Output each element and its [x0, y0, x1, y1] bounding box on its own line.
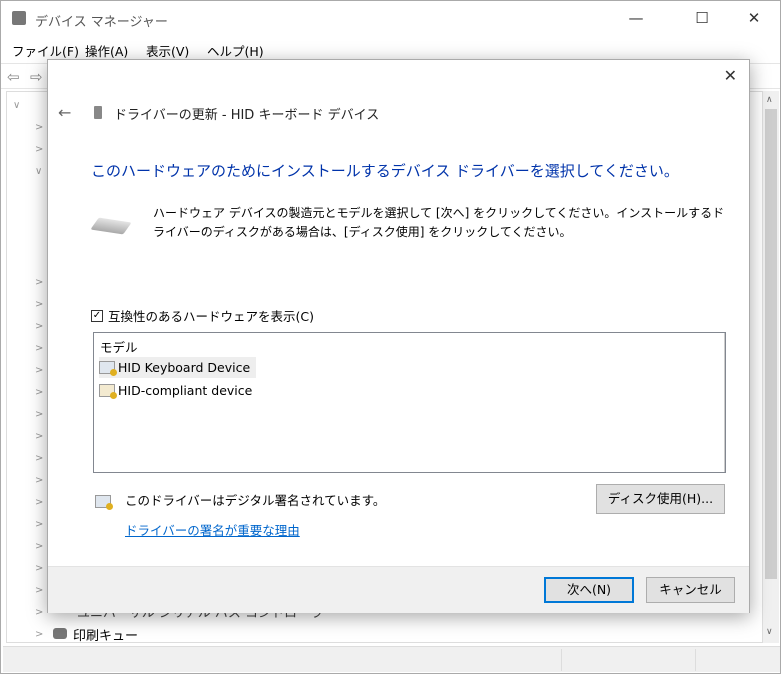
- chevron-down-icon[interactable]: ∨: [13, 100, 20, 111]
- chevron-right-icon[interactable]: >: [35, 475, 43, 486]
- tree-item-print-queue[interactable]: 印刷キュー: [73, 625, 138, 644]
- device-manager-icon: [12, 11, 26, 25]
- signed-status-text: このドライバーはデジタル署名されています。: [125, 493, 386, 508]
- chevron-right-icon[interactable]: >: [35, 299, 43, 310]
- driver-signing-link[interactable]: ドライバーの署名が重要な理由: [125, 520, 300, 539]
- menu-help[interactable]: ヘルプ(H): [207, 41, 264, 60]
- maximize-button[interactable]: ☐: [679, 9, 725, 27]
- minimize-button[interactable]: —: [613, 9, 659, 27]
- chevron-right-icon[interactable]: >: [35, 541, 43, 552]
- chevron-right-icon[interactable]: >: [35, 343, 43, 354]
- window-title: デバイス マネージャー: [35, 15, 168, 30]
- cancel-button[interactable]: キャンセル: [646, 577, 735, 603]
- menu-action[interactable]: 操作(A): [85, 41, 128, 60]
- dialog-footer: 次へ(N) キャンセル: [48, 566, 749, 613]
- back-arrow-icon[interactable]: ←: [58, 103, 71, 122]
- have-disk-button[interactable]: ディスク使用(H)...: [596, 484, 725, 514]
- compatible-hardware-checkbox[interactable]: ✓ 互換性のあるハードウェアを表示(C): [91, 306, 314, 325]
- scroll-up-icon[interactable]: ∧: [766, 95, 773, 105]
- chevron-right-icon[interactable]: >: [35, 519, 43, 530]
- chevron-right-icon[interactable]: >: [35, 122, 43, 133]
- update-driver-dialog: ✕ ← ドライバーの更新 - HID キーボード デバイス このハードウェアのた…: [47, 59, 750, 613]
- chevron-right-icon[interactable]: >: [35, 563, 43, 574]
- chevron-right-icon[interactable]: >: [35, 431, 43, 442]
- keyboard-icon: [90, 217, 132, 235]
- back-arrow-icon[interactable]: ⇦: [7, 68, 20, 86]
- close-button[interactable]: ✕: [731, 9, 777, 27]
- chevron-down-icon[interactable]: ∨: [35, 166, 42, 177]
- checkbox-label: 互換性のあるハードウェアを表示(C): [108, 309, 314, 324]
- menu-view[interactable]: 表示(V): [146, 41, 189, 60]
- chevron-right-icon[interactable]: >: [35, 497, 43, 508]
- status-bar: [3, 646, 780, 672]
- model-label: HID Keyboard Device: [118, 360, 251, 375]
- checkbox-check-icon[interactable]: ✓: [91, 309, 103, 322]
- chevron-right-icon[interactable]: >: [35, 277, 43, 288]
- title-bar: デバイス マネージャー — ☐ ✕: [1, 1, 780, 37]
- chevron-right-icon[interactable]: >: [35, 409, 43, 420]
- menu-file[interactable]: ファイル(F): [12, 41, 79, 60]
- certificate-icon: [99, 384, 117, 399]
- certificate-icon: [99, 361, 117, 376]
- model-list[interactable]: モデル HID Keyboard Device HID-compliant de…: [93, 332, 726, 473]
- chevron-right-icon[interactable]: >: [35, 607, 43, 618]
- dialog-description: ハードウェア デバイスの製造元とモデルを選択して [次へ] をクリックしてくださ…: [153, 206, 725, 239]
- chevron-right-icon[interactable]: >: [35, 387, 43, 398]
- scroll-down-icon[interactable]: ∨: [766, 627, 773, 637]
- vertical-scrollbar[interactable]: ∧ ∨: [763, 91, 779, 643]
- dialog-title: ドライバーの更新 - HID キーボード デバイス: [114, 108, 380, 123]
- forward-arrow-icon[interactable]: ⇨: [30, 68, 43, 86]
- model-label: HID-compliant device: [118, 383, 253, 398]
- dialog-heading: このハードウェアのためにインストールするデバイス ドライバーを選択してください。: [91, 162, 679, 180]
- chevron-right-icon[interactable]: >: [35, 629, 43, 640]
- model-column-header: モデル: [100, 340, 138, 355]
- list-item[interactable]: HID Keyboard Device: [99, 357, 257, 378]
- chevron-right-icon[interactable]: >: [35, 365, 43, 376]
- dialog-close-button[interactable]: ✕: [724, 66, 737, 85]
- chevron-right-icon[interactable]: >: [35, 453, 43, 464]
- chevron-right-icon[interactable]: >: [35, 321, 43, 332]
- scroll-thumb[interactable]: [765, 109, 777, 579]
- list-item[interactable]: HID-compliant device: [99, 380, 258, 401]
- next-button[interactable]: 次へ(N): [544, 577, 634, 603]
- chevron-right-icon[interactable]: >: [35, 144, 43, 155]
- device-icon: [94, 106, 102, 119]
- signed-certificate-icon: [95, 495, 113, 510]
- chevron-right-icon[interactable]: >: [35, 585, 43, 596]
- printer-icon: [53, 628, 67, 639]
